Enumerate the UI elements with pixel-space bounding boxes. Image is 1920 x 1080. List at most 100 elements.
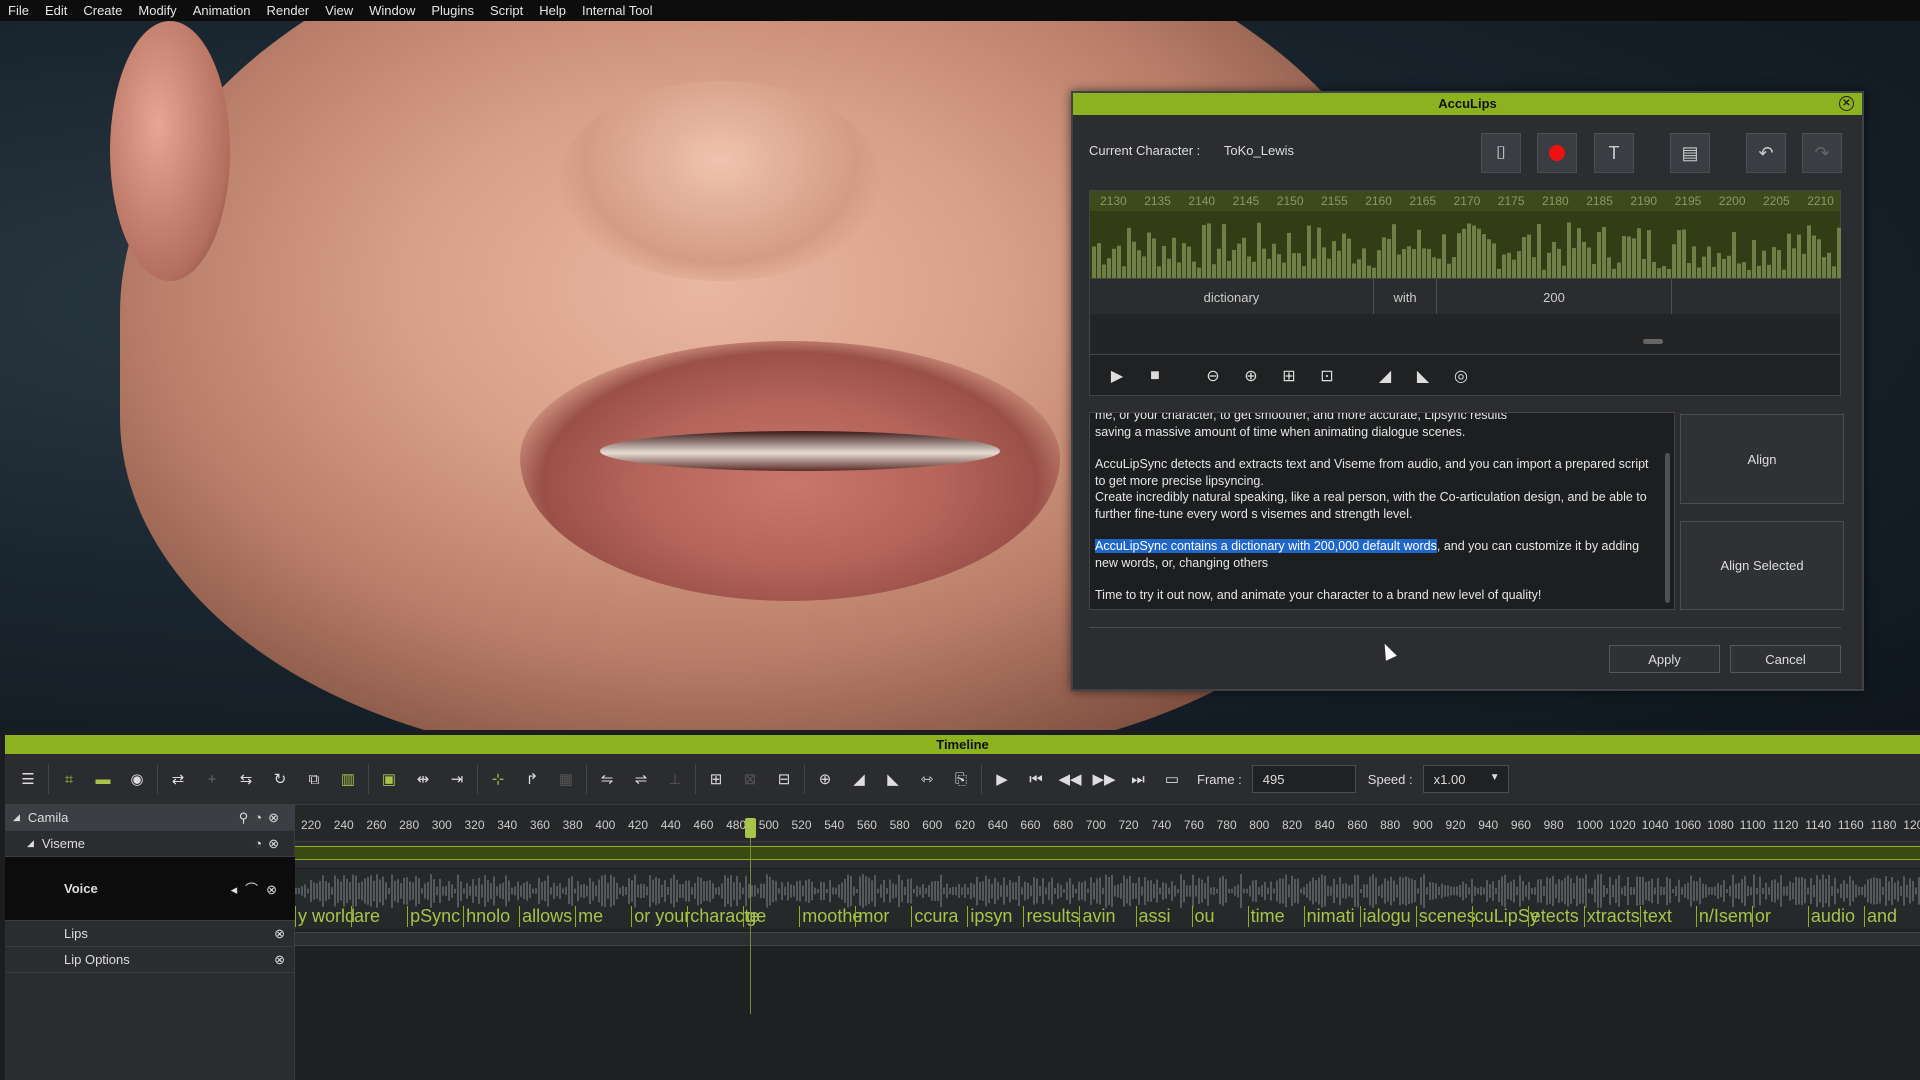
zoom-fit-icon[interactable]: ⊞ [1270,361,1308,391]
split-icon[interactable]: ⧉ [297,764,331,794]
play-icon[interactable]: ▶ [1098,361,1136,391]
go-start-icon[interactable]: ⏮ [1019,764,1053,794]
loop-icon[interactable]: ↻ [263,764,297,794]
shift-icon[interactable]: ⇆ [229,764,263,794]
visibility-icon[interactable]: ◉ [120,764,154,794]
range-icon[interactable]: ⇥ [440,764,474,794]
clip-icon[interactable]: ▥ [331,764,365,794]
open-audio-button[interactable]: ⌷ [1481,133,1521,173]
voice-word-label[interactable]: ialogu [1359,906,1411,927]
word-cell[interactable]: with [1374,279,1437,315]
fit-icon[interactable]: ⇿ [910,764,944,794]
playhead-handle[interactable] [745,818,756,838]
add-key-icon[interactable]: + [195,764,229,794]
menu-modify[interactable]: Modify [130,3,184,18]
viseme-clip[interactable] [295,846,1920,860]
voice-word-label[interactable]: or [1751,906,1771,927]
voice-word-label[interactable]: text [1639,906,1672,927]
curve-icon[interactable]: ↱ [515,764,549,794]
speed-select[interactable]: x1.00 ▼ [1422,765,1509,793]
remove-icon[interactable]: ⊠ [733,764,767,794]
import-script-button[interactable]: ▤ [1670,133,1710,173]
menu-render[interactable]: Render [259,3,318,18]
voice-word-label[interactable]: audio [1807,906,1855,927]
menu-help[interactable]: Help [531,3,574,18]
menu-script[interactable]: Script [482,3,531,18]
voice-word-label[interactable]: etects [1527,906,1579,927]
voice-word-label[interactable]: ou [1191,906,1215,927]
horizontal-scrollbar[interactable] [1643,339,1663,344]
track-lanes[interactable]: y world are pSync hnolo allows me or your chara… [295,842,1920,1080]
close-icon[interactable]: ⊗ [274,952,285,968]
track-list-icon[interactable]: ☰ [11,764,45,794]
voice-word-label[interactable]: are [351,906,380,927]
apply-button[interactable]: Apply [1609,645,1720,673]
frame-input[interactable]: 495 [1251,765,1356,793]
frame-selection-icon[interactable]: ◎ [1442,361,1480,391]
zoom-selection-icon[interactable]: ⊡ [1308,361,1346,391]
record-button[interactable] [1537,133,1577,173]
speaker-headphone-close-icon[interactable]: ◂⌒⊗ [231,879,285,898]
voice-clip[interactable]: y world are pSync hnolo allows me or your chara… [295,869,1920,929]
flatten-icon[interactable]: ⊥ [658,764,692,794]
voice-word-label[interactable]: nimati [1303,906,1355,927]
stop-icon[interactable]: ■ [1136,361,1174,391]
track-lips[interactable]: Lips ⊗ [5,921,295,947]
voice-word-label[interactable]: mor [855,906,889,927]
prev-frame-icon[interactable]: ◀◀ [1053,764,1087,794]
voice-word-label[interactable]: results [1023,906,1079,927]
track-voice[interactable]: Voice ◂⌒⊗ [5,857,295,921]
collapse-icon[interactable]: ◢ [27,838,34,849]
voice-word-label[interactable]: avin [1079,906,1116,927]
voice-word-label[interactable]: ipsyn [967,906,1012,927]
waveform-editor[interactable]: 2130 2135 2140 2145 2150 2155 2160 2165 2170 2175… [1089,190,1841,396]
voice-word-label[interactable]: ccura [911,906,958,927]
voice-word-label[interactable]: xtracts [1583,906,1640,927]
collect-clip-icon[interactable]: ▣ [372,764,406,794]
track-controls-icon[interactable]: ◔⊗ [254,836,285,852]
mirror-icon[interactable]: ⇌ [624,764,658,794]
lips-viseme-strip[interactable] [295,932,1920,946]
voice-word-label[interactable]: and [1863,906,1897,927]
vertical-scrollbar[interactable] [1665,453,1670,603]
undo-button[interactable]: ↶ [1746,133,1786,173]
zoom-out-icon[interactable]: ⊖ [1194,361,1232,391]
export-icon[interactable]: ⎘ [944,764,978,794]
zoom-in-icon[interactable]: ⊕ [1232,361,1270,391]
zoom-icon[interactable]: ⊕ [808,764,842,794]
snap-left-icon[interactable]: ◢ [842,764,876,794]
snap-right-icon[interactable]: ◣ [876,764,910,794]
close-icon[interactable]: ⊗ [274,926,285,942]
transition-icon[interactable]: ⊹ [481,764,515,794]
loop-mode-icon[interactable]: ▭ [1155,764,1189,794]
voice-word-label[interactable]: or your [631,906,690,927]
voice-word-label[interactable]: assi [1135,906,1171,927]
menu-internal-tool[interactable]: Internal Tool [574,3,661,18]
timeline-ruler[interactable]: 220 240 260 280 300 320 340 360 380 400 420 440 460 4… [295,805,1920,842]
word-cell[interactable]: dictionary [1090,279,1374,315]
track-lip-options[interactable]: Lip Options ⊗ [5,947,295,973]
word-cell[interactable] [1672,279,1842,315]
selected-text[interactable]: AccuLipSync contains a dictionary with 2… [1095,539,1437,553]
swap-icon[interactable]: ⇄ [161,764,195,794]
menu-file[interactable]: File [0,3,37,18]
menu-window[interactable]: Window [361,3,423,18]
menu-plugins[interactable]: Plugins [423,3,482,18]
play-icon[interactable]: ▶ [985,764,1019,794]
disabled-icon[interactable]: ▦ [549,764,583,794]
cancel-button[interactable]: Cancel [1730,645,1841,673]
track-controls-icon[interactable]: ⚲◔⊗ [239,810,285,826]
track-camila[interactable]: ◢ Camila ⚲◔⊗ [5,805,295,831]
key-select-icon[interactable]: ⌗ [52,764,86,794]
menu-create[interactable]: Create [75,3,130,18]
track-viseme[interactable]: ◢ Viseme ◔⊗ [5,831,295,857]
insert-icon[interactable]: ⊞ [699,764,733,794]
voice-word-label[interactable]: ge [743,906,766,927]
go-end-icon[interactable]: ⏭ [1121,764,1155,794]
redo-button[interactable]: ↷ [1802,133,1842,173]
menu-edit[interactable]: Edit [37,3,75,18]
snap-right-icon[interactable]: ◣ [1404,361,1442,391]
voice-word-label[interactable]: n/Isem [1695,906,1753,927]
voice-word-label[interactable]: y world [295,906,355,927]
voice-word-label[interactable]: pSync [407,906,460,927]
